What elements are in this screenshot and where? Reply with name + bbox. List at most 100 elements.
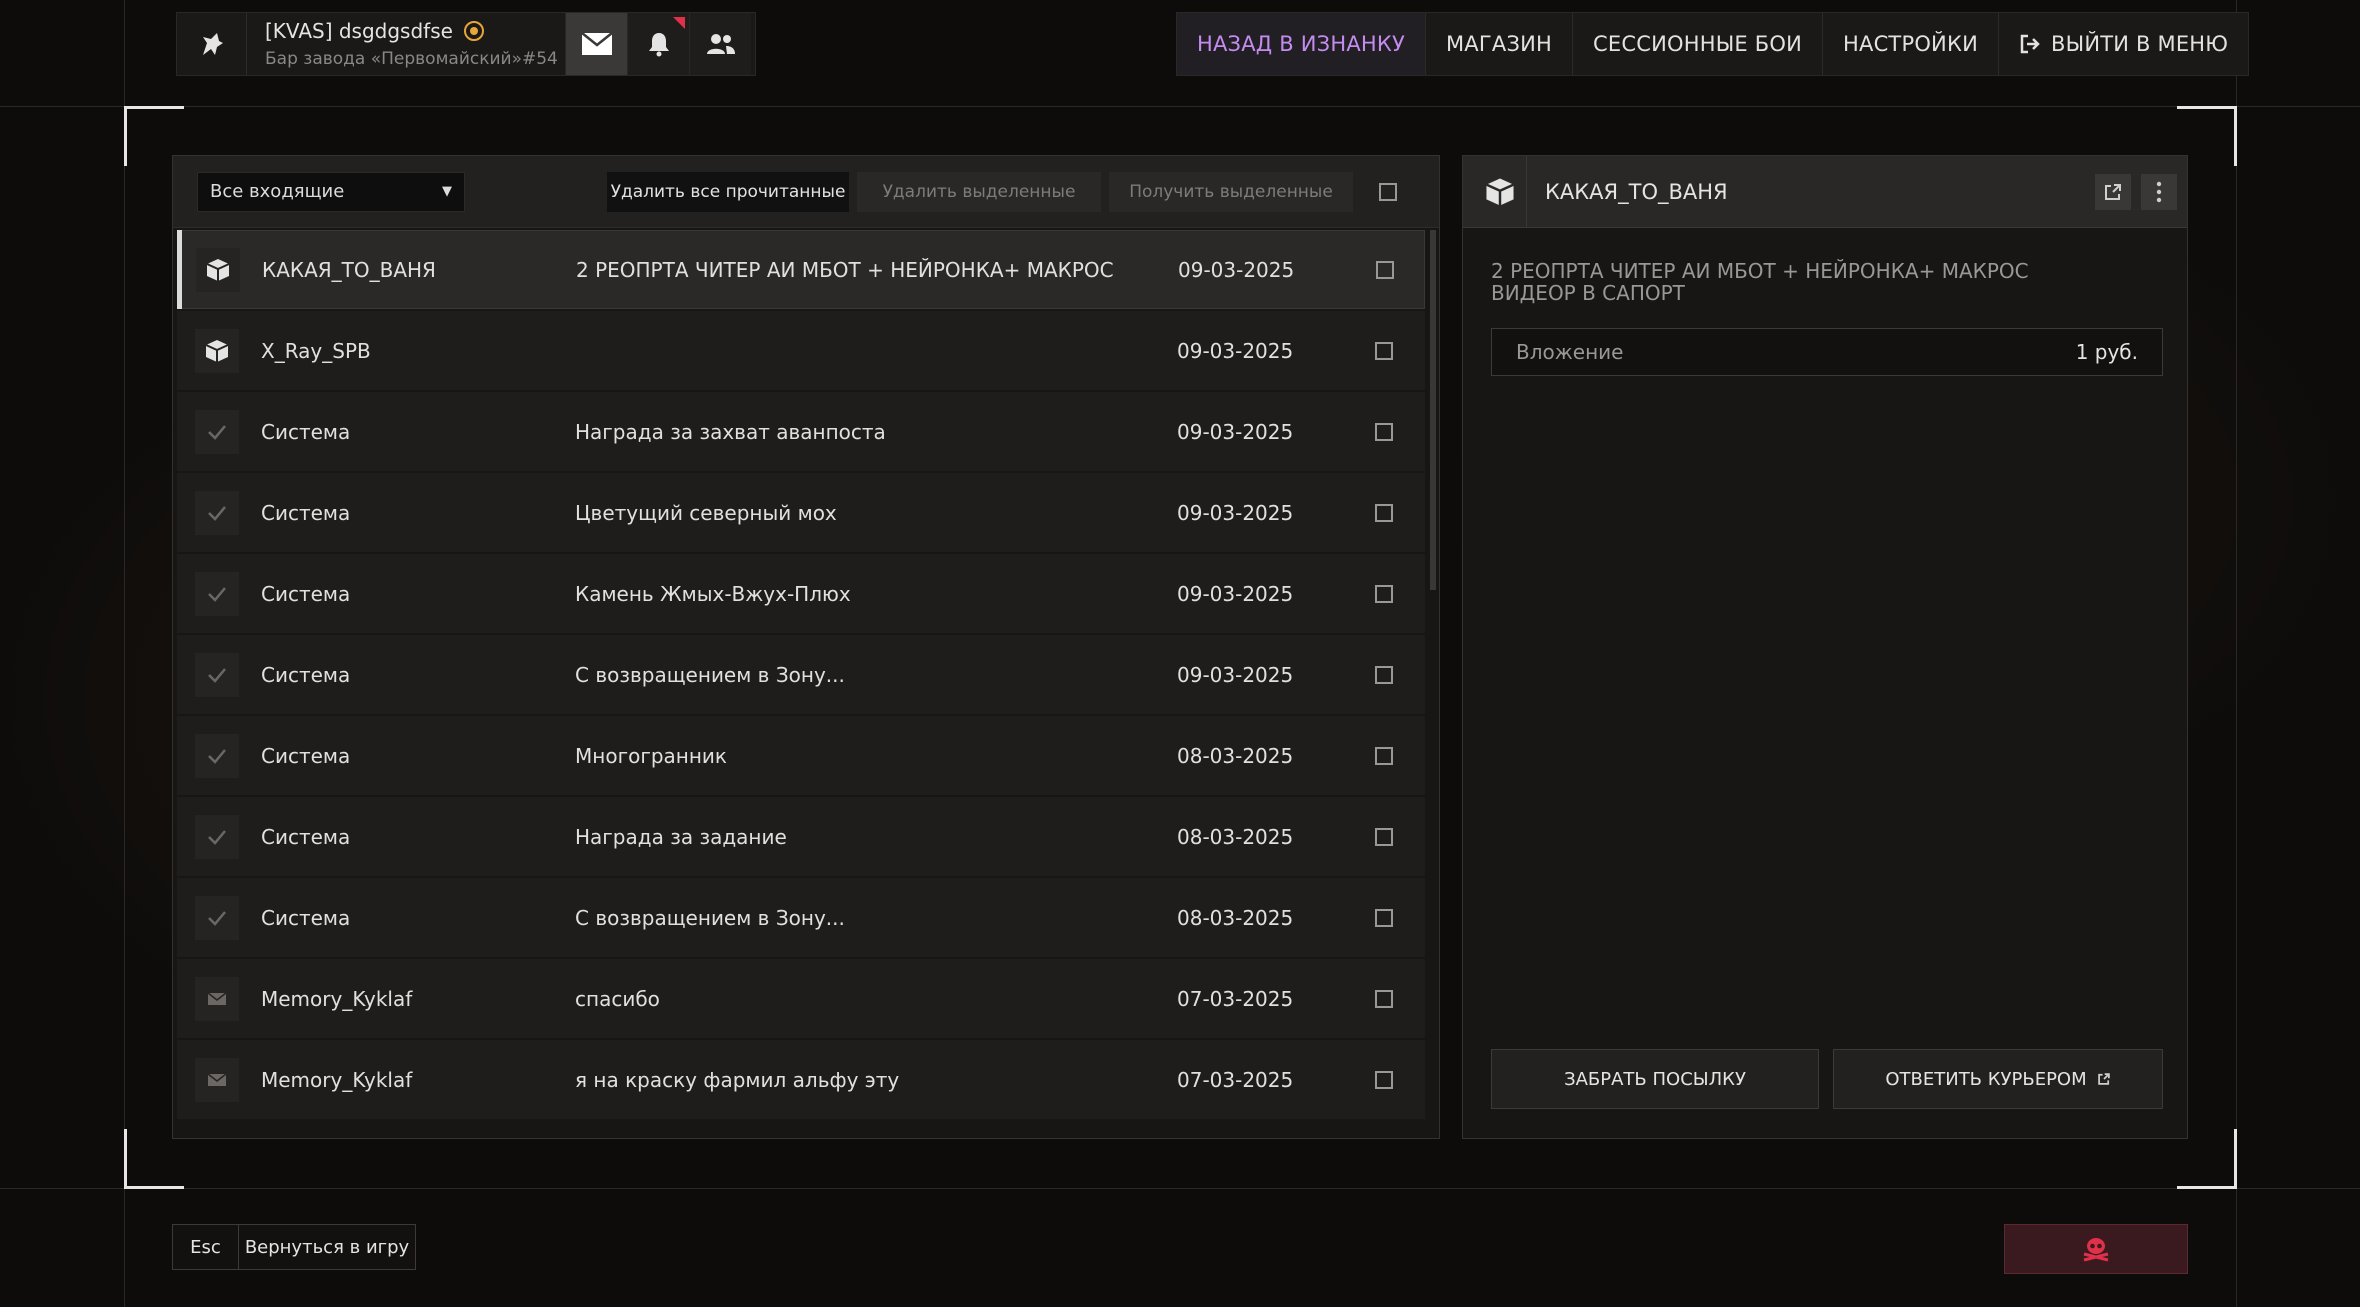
caret-down-icon: ▼ [442,184,452,199]
mail-date: 08-03-2025 [1177,824,1294,849]
mail-row[interactable]: Система С возвращением в Зону... 09-03-2… [177,635,1425,714]
mail-checkbox[interactable] [1375,746,1393,765]
mail-subject: Цветущий северный мох [575,500,837,525]
faction-logo-icon[interactable] [177,12,247,76]
attachment-row: Вложение 1 руб. [1491,328,2163,376]
mail-row[interactable]: Система Цветущий северный мох 09-03-2025 [177,473,1425,552]
mail-date: 09-03-2025 [1177,581,1294,606]
mail-row[interactable]: Система С возвращением в Зону... 08-03-2… [177,878,1425,957]
more-options-button[interactable] [2141,173,2177,210]
player-location: Бар завода «Первомайский»#54 [265,49,558,69]
mail-list-scrollbar[interactable] [1430,230,1436,590]
mail-sender: Memory_Kyklaf [261,1067,413,1092]
frame-line-right [2236,0,2237,1307]
mail-row[interactable]: X_Ray_SPB 09-03-2025 [177,311,1425,390]
take-parcel-button[interactable]: ЗАБРАТЬ ПОСЫЛКУ [1491,1049,1819,1109]
frame-line-left [124,0,125,1307]
reply-courier-label: ОТВЕТИТЬ КУРЬЕРОМ [1885,1068,2087,1090]
reply-courier-button[interactable]: ОТВЕТИТЬ КУРЬЕРОМ [1833,1049,2163,1109]
delete-selected-button[interactable]: Удалить выделенные [857,171,1101,212]
mail-button[interactable] [565,13,627,75]
mail-sender: Система [261,662,351,687]
mail-rows: КАКАЯ_ТО_ВАНЯ 2 РЕОПРТА ЧИТЕР АИ МБОТ + … [177,230,1425,1121]
mail-subject: Многогранник [575,743,728,768]
rank-badge-icon [463,21,484,41]
delete-all-read-button[interactable]: Удалить все прочитанные [607,171,849,212]
message-body: 2 РЕОПРТА ЧИТЕР АИ МБОТ + НЕЙРОНКА+ МАКР… [1491,260,2111,304]
return-to-game-button[interactable]: Esc Вернуться в игру [172,1224,416,1270]
take-parcel-label: ЗАБРАТЬ ПОСЫЛКУ [1564,1068,1746,1090]
player-name: [KVAS] dsgdgsdfse [265,19,565,43]
nav-shop[interactable]: МАГАЗИН [1426,13,1574,75]
mail-checkbox[interactable] [1375,908,1393,927]
message-sender: КАКАЯ_ТО_ВАНЯ [1545,179,1728,204]
kebab-menu-icon [2156,181,2162,202]
notifications-button[interactable] [627,13,689,75]
mail-sender: Система [261,419,351,444]
mail-checkbox[interactable] [1375,503,1393,522]
mail-subject: 2 РЕОПРТА ЧИТЕР АИ МБОТ + НЕЙРОНКА+ МАКР… [576,257,1114,282]
mail-sender: X_Ray_SPB [261,338,371,363]
notification-badge [673,17,685,29]
top-navigation: НАЗАД В ИЗНАНКУ МАГАЗИН СЕССИОННЫЕ БОИ Н… [1176,12,2250,76]
mail-checkbox[interactable] [1376,260,1394,279]
mail-date: 09-03-2025 [1177,338,1294,363]
mail-date: 08-03-2025 [1177,905,1294,930]
profile-bar: [KVAS] dsgdgsdfse Бар завода «Первомайск… [176,12,756,76]
mail-checkbox[interactable] [1375,827,1393,846]
frame-line-top [0,106,2360,107]
nav-back-to-underside[interactable]: НАЗАД В ИЗНАНКУ [1177,13,1426,75]
check-icon [208,829,226,845]
mail-toolbar: Все входящие ▼ Удалить все прочитанные У… [173,156,1439,228]
attachment-value: 1 руб. [2075,340,2138,364]
frame-line-bottom [0,1188,2360,1189]
mail-row[interactable]: Memory_Kyklaf я на краску фармил альфу э… [177,1040,1425,1119]
mail-row[interactable]: КАКАЯ_ТО_ВАНЯ 2 РЕОПРТА ЧИТЕР АИ МБОТ + … [177,230,1425,309]
mail-row[interactable]: Система Камень Жмых-Вжух-Плюх 09-03-2025 [177,554,1425,633]
mail-row[interactable]: Система Награда за задание 08-03-2025 [177,797,1425,876]
player-name-text: [KVAS] dsgdgsdfse [265,19,453,43]
mail-checkbox[interactable] [1375,584,1393,603]
select-all-checkbox[interactable] [1379,182,1397,201]
message-header: КАКАЯ_ТО_ВАНЯ [1463,155,2187,228]
mail-checkbox[interactable] [1375,665,1393,684]
mail-sender: Система [261,743,351,768]
nav-exit-to-menu[interactable]: ВЫЙТИ В МЕНЮ [1999,13,2248,75]
mail-subject: я на краску фармил альфу эту [575,1067,900,1092]
mail-date: 09-03-2025 [1177,500,1294,525]
nav-session-battles[interactable]: СЕССИОННЫЕ БОИ [1573,13,1824,75]
check-icon [208,910,226,926]
mail-sender: КАКАЯ_ТО_ВАНЯ [262,257,436,282]
mail-row[interactable]: Memory_Kyklaf спасибо 07-03-2025 [177,959,1425,1038]
get-selected-button[interactable]: Получить выделенные [1109,171,1353,212]
message-panel: КАКАЯ_ТО_ВАНЯ 2 РЕОПРТА ЧИТЕР АИ МБОТ + … [1462,155,2188,1139]
envelope-icon [207,991,227,1005]
open-external-button[interactable] [2095,173,2131,210]
envelope-icon [580,32,613,55]
report-button[interactable] [2004,1224,2188,1274]
nav-settings[interactable]: НАСТРОЙКИ [1823,13,1999,75]
friends-button[interactable] [689,13,751,75]
mail-row[interactable]: Система Награда за захват аванпоста 09-0… [177,392,1425,471]
mail-checkbox[interactable] [1375,1070,1393,1089]
check-icon [208,505,226,521]
mail-checkbox[interactable] [1375,422,1393,441]
check-icon [208,424,226,440]
package-icon [206,258,230,281]
mail-sender: Система [261,824,351,849]
mail-row[interactable]: Система Многогранник 08-03-2025 [177,716,1425,795]
mail-subject: Камень Жмых-Вжух-Плюх [575,581,851,606]
mail-sender: Система [261,500,351,525]
nav-exit-label: ВЫЙТИ В МЕНЮ [2050,32,2229,56]
external-link-icon [2105,183,2121,200]
envelope-icon [207,1072,227,1086]
mail-date: 09-03-2025 [1177,662,1294,687]
mail-date: 07-03-2025 [1177,1067,1294,1092]
mail-date: 08-03-2025 [1177,743,1294,768]
package-icon [1485,177,1514,206]
mail-checkbox[interactable] [1375,989,1393,1008]
mail-sender: Система [261,581,351,606]
mail-checkbox[interactable] [1375,341,1393,360]
check-icon [208,667,226,683]
mail-filter-dropdown[interactable]: Все входящие ▼ [197,171,465,212]
